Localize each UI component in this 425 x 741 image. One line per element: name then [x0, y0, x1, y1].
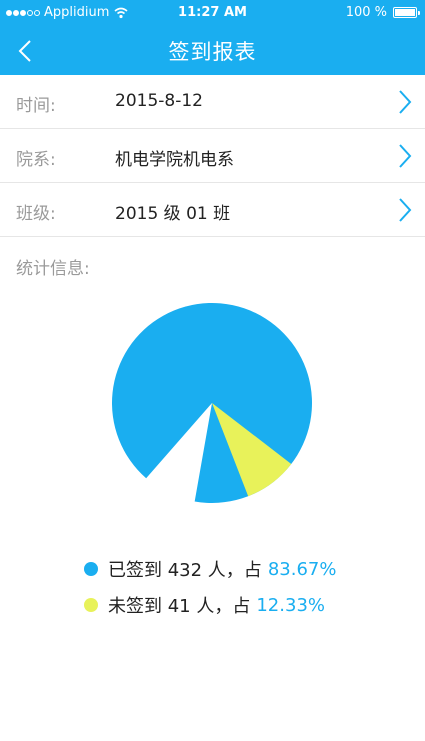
stats-label: 统计信息: [16, 259, 90, 279]
header-bar: Applidium 11:27 AM 100 % 签到报表 [0, 0, 425, 75]
status-bar: Applidium 11:27 AM 100 % [0, 0, 425, 26]
page-title: 签到报表 [168, 40, 257, 64]
department-row[interactable]: 院系: 机电学院机电系 [0, 129, 425, 183]
legend-text-unsigned: 未签到 41 人，占 [108, 596, 251, 617]
department-value: 机电学院机电系 [115, 150, 234, 170]
chevron-right-icon [399, 144, 412, 168]
legend-item-signed: 已签到 432 人，占 83.67% [84, 556, 336, 582]
chevron-right-icon [399, 90, 412, 114]
legend-text-signed: 已签到 432 人，占 [108, 560, 262, 581]
class-value: 2015 级 01 班 [115, 204, 231, 224]
chevron-right-icon [399, 198, 412, 222]
legend-dot-unsigned [84, 598, 98, 612]
class-row[interactable]: 班级: 2015 级 01 班 [0, 183, 425, 237]
legend-pct-signed: 83.67% [267, 558, 337, 580]
department-label: 院系: [16, 150, 56, 170]
class-label: 班级: [16, 204, 56, 224]
legend-item-unsigned: 未签到 41 人，占 12.33% [84, 592, 325, 618]
attendance-pie-chart [111, 302, 312, 503]
date-row[interactable]: 时间: 2015-8-12 [0, 75, 425, 129]
legend-pct-unsigned: 12.33% [256, 594, 325, 616]
date-label: 时间: [16, 96, 56, 116]
status-right: 100 % [345, 5, 420, 20]
battery-percentage: 100 % [345, 5, 387, 20]
battery-icon [393, 7, 420, 18]
date-value: 2015-8-12 [115, 91, 203, 111]
legend-dot-signed [84, 562, 98, 576]
